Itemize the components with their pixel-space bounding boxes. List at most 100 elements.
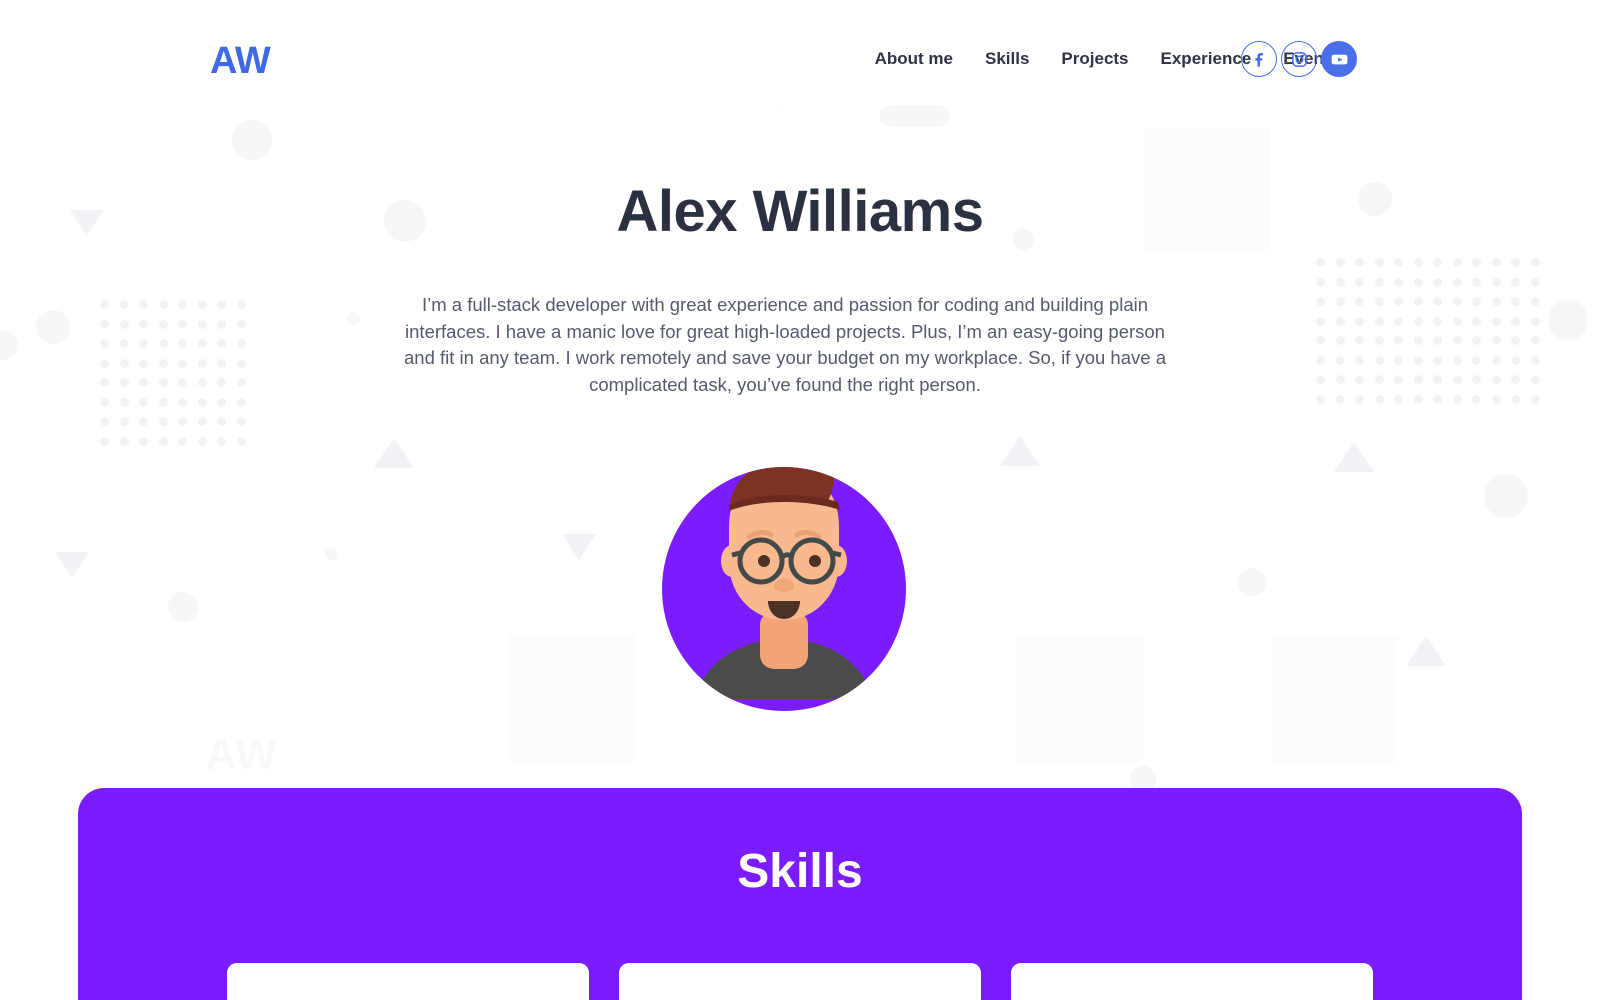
- decor-dot: [1394, 316, 1403, 326]
- decor-dot: [1394, 375, 1403, 384]
- decor-dot: [119, 300, 129, 309]
- decor-dot: [197, 378, 207, 387]
- decor-dot: [1433, 297, 1442, 306]
- decor-dot: [119, 436, 129, 446]
- decor-dot: [1491, 355, 1501, 365]
- decor-dot: [1394, 297, 1403, 306]
- decor-circle: [347, 312, 360, 325]
- decor-dot: [1433, 355, 1442, 365]
- decor-dot: [1472, 336, 1481, 345]
- decor-dot: [197, 339, 207, 348]
- decor-dot: [1374, 394, 1384, 404]
- decor-dot: [119, 378, 129, 387]
- decor-dot: [158, 417, 168, 426]
- decor-dot: [139, 358, 148, 368]
- decor-dot: [1452, 297, 1462, 306]
- decor-dot: [1335, 316, 1345, 326]
- nav-item-about-me[interactable]: About me: [875, 46, 969, 72]
- skill-card[interactable]: [227, 963, 589, 1000]
- decor-dot: [1472, 394, 1481, 404]
- decor-dot: [197, 436, 207, 446]
- watermark-logo: AW: [205, 730, 278, 779]
- decor-dot: [139, 436, 148, 446]
- decor-circle: [1238, 568, 1266, 596]
- decor-dot: [1452, 394, 1462, 404]
- decor-dot: [178, 436, 187, 446]
- decor-dot: [236, 378, 246, 387]
- decor-dot: [100, 339, 109, 348]
- decor-dot: [217, 300, 226, 309]
- decor-triangle: [1000, 436, 1040, 466]
- decor-dot: [100, 378, 109, 387]
- decor-dot: [217, 378, 226, 387]
- decor-circle: [232, 120, 272, 160]
- decor-dot: [139, 319, 148, 329]
- decor-dot: [1355, 277, 1364, 287]
- decor-dot: [1355, 336, 1364, 345]
- decor-dot: [158, 300, 168, 309]
- decor-dot: [1472, 297, 1481, 306]
- decor-dot: [1433, 316, 1442, 326]
- decor-dot: [236, 397, 246, 407]
- decor-dot: [1413, 336, 1423, 345]
- decor-dot: [158, 397, 168, 407]
- decor-dot: [1316, 394, 1325, 404]
- decor-dot: [158, 378, 168, 387]
- decor-dot: [236, 436, 246, 446]
- nav-item-skills[interactable]: Skills: [969, 46, 1045, 72]
- decor-circle: [0, 330, 18, 360]
- decor-dot: [197, 358, 207, 368]
- decor-dot: [1511, 297, 1520, 306]
- decor-dot: [1491, 277, 1501, 287]
- decor-dot: [178, 358, 187, 368]
- decor-dot: [158, 319, 168, 329]
- decor-dot: [119, 397, 129, 407]
- decor-dot: [100, 358, 109, 368]
- decor-circle: [168, 592, 198, 622]
- decor-circle: [325, 548, 337, 560]
- decor-dot: [1374, 355, 1384, 365]
- decor-dot: [1472, 258, 1481, 267]
- decor-dot: [1316, 258, 1325, 267]
- decor-dot: [1511, 355, 1520, 365]
- decor-dot: [1472, 375, 1481, 384]
- decor-dot: [139, 397, 148, 407]
- decor-dot: [1394, 258, 1403, 267]
- nav-item-projects[interactable]: Projects: [1045, 46, 1144, 72]
- decor-dot: [217, 339, 226, 348]
- decor-dot: [1530, 375, 1540, 384]
- decor-dot: [1394, 355, 1403, 365]
- decor-dot: [1491, 375, 1501, 384]
- decor-dot: [1413, 316, 1423, 326]
- instagram-icon[interactable]: [1281, 41, 1317, 77]
- facebook-icon[interactable]: [1241, 41, 1277, 77]
- decor-dot: [1355, 355, 1364, 365]
- site-header: AW About me Skills Projects Experience E…: [0, 0, 1600, 120]
- decor-dot: [1316, 355, 1325, 365]
- decor-circle: [1484, 474, 1528, 518]
- decor-dot: [1355, 375, 1364, 384]
- decor-dot: [217, 436, 226, 446]
- decor-dot: [1413, 277, 1423, 287]
- decor-dot: [1413, 258, 1423, 267]
- logo[interactable]: AW: [210, 40, 271, 83]
- decor-dot: [158, 436, 168, 446]
- youtube-icon[interactable]: [1321, 41, 1357, 77]
- decor-dot: [1316, 316, 1325, 326]
- decor-dot: [1316, 375, 1325, 384]
- decor-dot: [1335, 258, 1345, 267]
- decor-dot: [1374, 258, 1384, 267]
- skill-card[interactable]: [1011, 963, 1373, 1000]
- decor-dot: [1491, 297, 1501, 306]
- decor-circle: [36, 310, 70, 344]
- decor-dot: [178, 300, 187, 309]
- decor-dot: [236, 319, 246, 329]
- decor-dot: [236, 358, 246, 368]
- skill-card[interactable]: [619, 963, 981, 1000]
- decor-dot: [1452, 277, 1462, 287]
- decor-dot: [1452, 316, 1462, 326]
- decor-triangle: [1334, 442, 1374, 472]
- decor-dot: [1413, 394, 1423, 404]
- decor-dot: [1530, 394, 1540, 404]
- page-title: Alex Williams: [616, 179, 984, 244]
